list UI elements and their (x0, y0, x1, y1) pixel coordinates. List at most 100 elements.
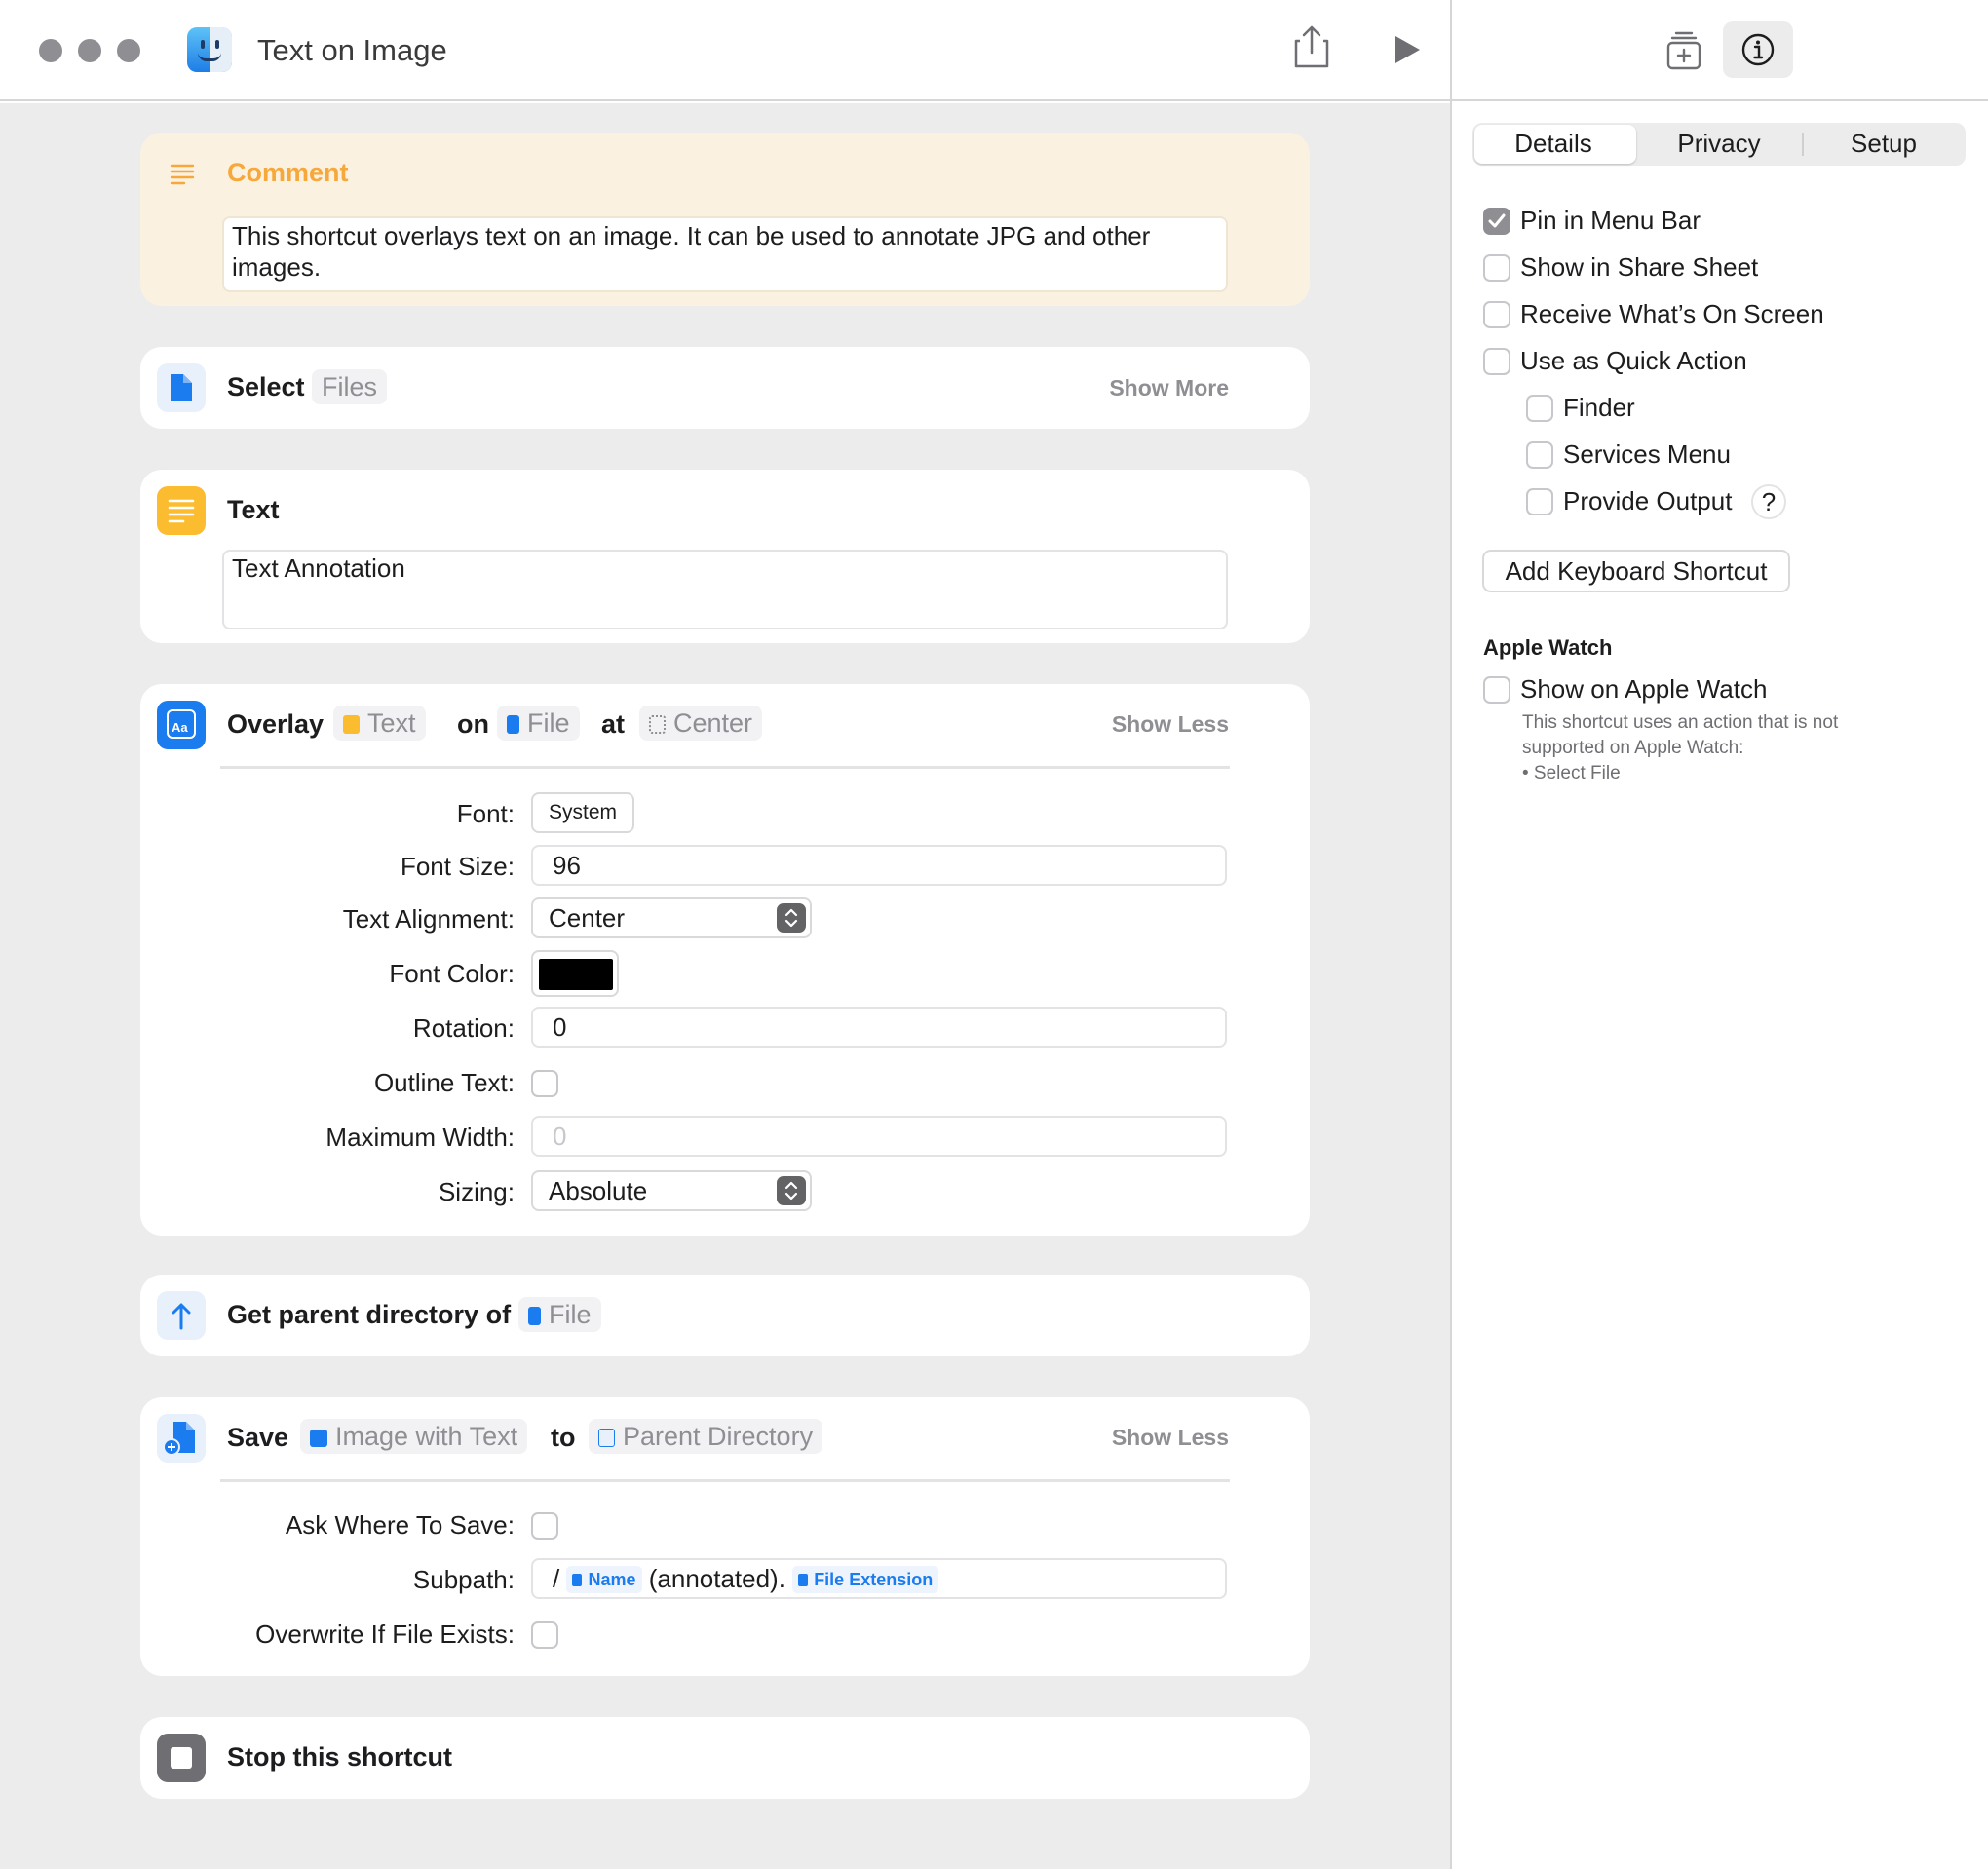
share-icon[interactable] (1292, 25, 1331, 68)
rotation-field[interactable]: 0 (531, 1007, 1227, 1048)
zoom-window-button[interactable] (117, 39, 140, 62)
save-file-action[interactable]: Save Image with Text to Parent Directory… (140, 1397, 1310, 1676)
at-label: at (601, 709, 626, 739)
chevron-up-down-icon (777, 903, 806, 933)
subpath-field[interactable]: / Name (annotated). File Extension (531, 1558, 1227, 1599)
finder-label: Finder (1563, 393, 1635, 422)
library-icon[interactable] (1666, 31, 1701, 70)
font-color-well[interactable] (531, 950, 619, 997)
receive-screen-checkbox[interactable] (1483, 301, 1510, 328)
to-label: to (551, 1423, 576, 1452)
checkmark-icon (1488, 213, 1506, 228)
finder-icon (187, 27, 232, 72)
services-menu-label: Services Menu (1563, 439, 1731, 469)
overlay-title: Overlay (227, 709, 325, 739)
window-title: Text on Image (257, 33, 447, 67)
show-less-button[interactable]: Show Less (1112, 711, 1229, 738)
receive-screen-label: Receive What’s On Screen (1520, 299, 1824, 328)
tab-divider (1802, 133, 1804, 156)
font-color-label: Font Color: (389, 959, 515, 988)
overwrite-label: Overwrite If File Exists: (255, 1620, 515, 1649)
tab-details[interactable]: Details (1475, 129, 1631, 159)
pin-menu-bar-label: Pin in Menu Bar (1520, 206, 1701, 235)
text-action[interactable]: Text Text Annotation (140, 470, 1310, 643)
help-button[interactable]: ? (1751, 484, 1786, 519)
parent-directory-title: Get parent directory of (227, 1300, 512, 1329)
minimize-window-button[interactable] (78, 39, 101, 62)
stop-icon (157, 1734, 206, 1782)
save-title: Save (227, 1423, 289, 1452)
ask-where-label: Ask Where To Save: (285, 1510, 515, 1540)
comment-text[interactable]: This shortcut overlays text on an image.… (222, 216, 1228, 292)
comment-title: Comment (227, 158, 349, 187)
comment-action[interactable]: Comment This shortcut overlays text on a… (140, 133, 1310, 306)
font-size-label: Font Size: (400, 852, 515, 881)
parent-directory-icon (157, 1291, 206, 1340)
alignment-label: Text Alignment: (342, 904, 515, 934)
text-icon (157, 486, 206, 535)
file-icon (157, 363, 206, 412)
file-param[interactable]: File (518, 1297, 601, 1332)
tab-setup[interactable]: Setup (1806, 129, 1962, 159)
overlay-icon: Aa (157, 701, 206, 749)
show-on-watch-checkbox[interactable] (1483, 676, 1510, 704)
comment-icon (170, 164, 195, 185)
quick-action-checkbox[interactable] (1483, 348, 1510, 375)
max-width-field[interactable]: 0 (531, 1116, 1227, 1157)
show-on-watch-label: Show on Apple Watch (1520, 674, 1768, 704)
tab-privacy[interactable]: Privacy (1641, 129, 1797, 159)
name-token[interactable]: Name (566, 1566, 642, 1593)
file-param[interactable]: File (497, 706, 580, 741)
finder-checkbox[interactable] (1526, 395, 1553, 422)
font-label: Font: (456, 799, 515, 828)
pin-menu-bar-checkbox[interactable] (1483, 208, 1510, 235)
files-param[interactable]: Files (312, 369, 388, 404)
ask-where-checkbox[interactable] (531, 1512, 558, 1540)
play-icon[interactable] (1392, 33, 1423, 66)
services-menu-checkbox[interactable] (1526, 441, 1553, 469)
text-param[interactable]: Text (333, 706, 426, 741)
show-more-button[interactable]: Show More (1109, 375, 1229, 401)
image-with-text-param[interactable]: Image with Text (300, 1419, 528, 1454)
watch-note: supported on Apple Watch: (1522, 738, 1744, 758)
select-files-action[interactable]: Select Files Show More (140, 347, 1310, 429)
chevron-up-down-icon (777, 1176, 806, 1205)
on-label: on (457, 709, 489, 739)
alignment-select[interactable]: Center (531, 897, 812, 938)
separator (220, 1479, 1230, 1482)
overwrite-checkbox[interactable] (531, 1621, 558, 1649)
separator (220, 766, 1230, 769)
sizing-label: Sizing: (438, 1177, 515, 1206)
outline-checkbox[interactable] (531, 1070, 558, 1097)
provide-output-checkbox[interactable] (1526, 488, 1553, 515)
position-param[interactable]: Center (639, 706, 763, 741)
overlay-text-action[interactable]: Aa Overlay Text on File at Center Show L… (140, 684, 1310, 1236)
sizing-select[interactable]: Absolute (531, 1170, 812, 1211)
inspector-toolbar (1452, 0, 1988, 101)
watch-note: • Select File (1522, 763, 1621, 783)
apple-watch-heading: Apple Watch (1483, 635, 1613, 660)
pane-divider[interactable] (1450, 0, 1452, 1869)
text-title: Text (227, 495, 280, 524)
subpath-label: Subpath: (412, 1565, 515, 1594)
font-size-field[interactable]: 96 (531, 845, 1227, 886)
text-value-field[interactable]: Text Annotation (222, 550, 1228, 629)
outline-label: Outline Text: (373, 1068, 515, 1097)
stop-shortcut-action[interactable]: Stop this shortcut (140, 1717, 1310, 1799)
stop-title: Stop this shortcut (227, 1742, 452, 1772)
select-title: Select (227, 372, 305, 401)
parent-directory-param[interactable]: Parent Directory (589, 1419, 823, 1454)
info-icon[interactable] (1740, 32, 1776, 67)
show-less-button[interactable]: Show Less (1112, 1425, 1229, 1451)
provide-output-label: Provide Output (1563, 486, 1733, 515)
share-sheet-label: Show in Share Sheet (1520, 252, 1759, 282)
save-file-icon (157, 1414, 206, 1463)
add-keyboard-shortcut-button[interactable]: Add Keyboard Shortcut (1482, 550, 1790, 592)
max-width-label: Maximum Width: (325, 1123, 515, 1152)
file-extension-token[interactable]: File Extension (792, 1566, 939, 1593)
get-parent-directory-action[interactable]: Get parent directory of File (140, 1275, 1310, 1356)
rotation-label: Rotation: (412, 1013, 515, 1043)
close-window-button[interactable] (39, 39, 62, 62)
font-button[interactable]: System (531, 792, 635, 833)
share-sheet-checkbox[interactable] (1483, 254, 1510, 282)
